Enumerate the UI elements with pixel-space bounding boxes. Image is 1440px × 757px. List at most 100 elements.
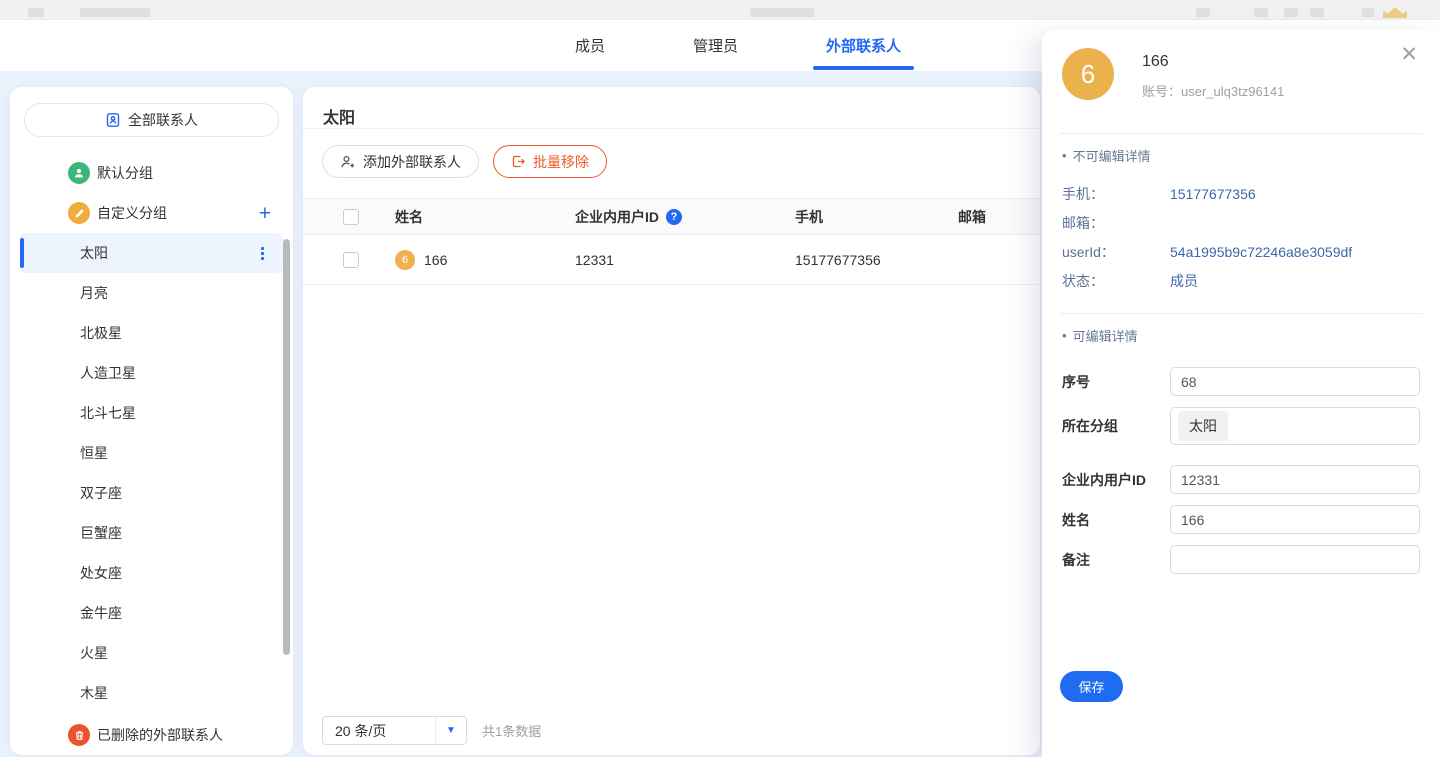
sidebar-item-deleted-contacts[interactable]: 已删除的外部联系人	[10, 715, 293, 755]
readonly-fields: 手机：15177677356 邮箱： userId：54a1995b9c72246a…	[1062, 179, 1440, 295]
form-input[interactable]	[1170, 367, 1420, 396]
divider	[303, 128, 1040, 129]
contact-book-icon	[105, 112, 121, 128]
pagination: 20 条/页 ▼ 共1条数据	[322, 716, 541, 745]
sidebar-scrollbar[interactable]	[283, 239, 290, 655]
avatar: 6	[1062, 48, 1114, 100]
crown-icon	[1383, 7, 1407, 18]
form-input[interactable]	[1170, 505, 1420, 534]
account-label: 账号：user_ulq3tz96141	[1142, 81, 1284, 100]
batch-remove-button[interactable]: 批量移除	[493, 145, 607, 178]
sidebar-group-item[interactable]: 人造卫星	[10, 353, 293, 393]
toolbar: 添加外部联系人 批量移除	[322, 145, 1040, 178]
group-label: 火星	[80, 643, 108, 663]
sidebar-group-item[interactable]: 恒星	[10, 433, 293, 473]
close-icon[interactable]: ✕	[1400, 44, 1418, 65]
group-label: 双子座	[80, 483, 122, 503]
form-row: 企业内用户ID	[1062, 465, 1420, 494]
readonly-field-row: 手机：15177677356	[1062, 179, 1440, 208]
page-size-select[interactable]: 20 条/页 ▼	[322, 716, 467, 745]
readonly-field-row: 邮箱：	[1062, 208, 1440, 237]
window-chrome-strip	[0, 0, 1440, 20]
contact-detail-drawer: ✕ 6 166 账号：user_ulq3tz96141 • 不可编辑详情 手机：…	[1042, 30, 1440, 757]
field-label: userId：	[1062, 242, 1170, 262]
form-label: 企业内用户ID	[1062, 470, 1170, 490]
form-input[interactable]	[1170, 465, 1420, 494]
sidebar-item-custom-group[interactable]: 自定义分组 +	[10, 193, 293, 233]
sidebar-group-item[interactable]: 双子座	[10, 473, 293, 513]
field-label: 邮箱：	[1062, 213, 1170, 233]
column-header-phone: 手机	[795, 209, 823, 225]
sidebar-group-item[interactable]: 月亮	[10, 273, 293, 313]
group-list: 太阳月亮北极星人造卫星北斗七星恒星双子座巨蟹座处女座金牛座火星木星	[10, 233, 293, 713]
save-button[interactable]: 保存	[1060, 671, 1123, 702]
form-input[interactable]	[1170, 545, 1420, 574]
cell-name: 166	[424, 252, 447, 268]
button-label: 添加外部联系人	[363, 152, 461, 172]
group-label: 月亮	[80, 283, 108, 303]
tab-external-contacts[interactable]: 外部联系人	[813, 20, 914, 71]
tab-label: 管理员	[693, 35, 738, 56]
sidebar-group-item[interactable]: 金牛座	[10, 593, 293, 633]
sidebar-group-item[interactable]: 巨蟹座	[10, 513, 293, 553]
readonly-section-title: • 不可编辑详情	[1062, 146, 1440, 165]
group-select-box[interactable]: 太阳	[1170, 407, 1420, 445]
help-icon[interactable]: ?	[666, 209, 682, 225]
chrome-icon	[28, 8, 44, 17]
group-tag[interactable]: 太阳	[1178, 411, 1228, 441]
table-row[interactable]: 6 166 12331 15177677356	[303, 235, 1040, 285]
chrome-icon	[1284, 8, 1298, 17]
divider	[1060, 313, 1422, 314]
chrome-icon	[1196, 8, 1210, 17]
pencil-icon	[68, 202, 90, 224]
sidebar-group-item[interactable]: 木星	[10, 673, 293, 713]
group-label: 太阳	[80, 243, 108, 263]
group-label: 人造卫星	[80, 363, 136, 383]
chrome-text	[80, 8, 150, 17]
field-value: 54a1995b9c72246a8e3059df	[1170, 244, 1352, 260]
group-label: 处女座	[80, 563, 122, 583]
bullet-icon: •	[1062, 328, 1067, 343]
person-add-icon	[340, 154, 356, 170]
person-icon	[68, 162, 90, 184]
form-row: 序号	[1062, 367, 1420, 396]
page-title: 太阳	[303, 87, 1040, 128]
tab-label: 外部联系人	[826, 35, 901, 56]
kebab-menu-icon[interactable]	[258, 244, 267, 263]
all-contacts-button[interactable]: 全部联系人	[24, 103, 279, 137]
field-value: 成员	[1170, 271, 1198, 291]
add-external-contact-button[interactable]: 添加外部联系人	[322, 145, 479, 178]
group-label: 巨蟹座	[80, 523, 122, 543]
form-label: 序号	[1062, 372, 1170, 392]
sidebar-group-item[interactable]: 北极星	[10, 313, 293, 353]
page-size-value: 20 条/页	[323, 721, 435, 741]
sidebar-item-label: 已删除的外部联系人	[97, 725, 223, 745]
group-label: 木星	[80, 683, 108, 703]
main-panel: 太阳 添加外部联系人 批量移除 姓	[303, 87, 1040, 755]
field-value: 15177677356	[1170, 186, 1256, 202]
button-label: 批量移除	[533, 152, 589, 172]
divider	[1060, 133, 1422, 134]
form-label: 姓名	[1062, 510, 1170, 530]
sidebar-group-item[interactable]: 太阳	[20, 233, 283, 273]
sidebar-item-default-group[interactable]: 默认分组	[10, 153, 293, 193]
column-header-name: 姓名	[395, 207, 423, 227]
sidebar-group-item[interactable]: 北斗七星	[10, 393, 293, 433]
form-label: 所在分组	[1062, 416, 1170, 436]
group-label: 北斗七星	[80, 403, 136, 423]
chrome-icon	[1362, 8, 1374, 17]
tab-members[interactable]: 成员	[562, 20, 618, 71]
bullet-icon: •	[1062, 148, 1067, 163]
chrome-icon	[1310, 8, 1324, 17]
sidebar-group-item[interactable]: 处女座	[10, 553, 293, 593]
add-group-button[interactable]: +	[259, 203, 271, 224]
tab-admins[interactable]: 管理员	[680, 20, 751, 71]
row-checkbox[interactable]	[343, 252, 359, 268]
group-label: 金牛座	[80, 603, 122, 623]
chrome-text	[750, 8, 814, 17]
sidebar-group-item[interactable]: 火星	[10, 633, 293, 673]
select-all-checkbox[interactable]	[343, 209, 359, 225]
column-header-company-id: 企业内用户ID	[575, 207, 659, 227]
contact-name: 166	[1142, 53, 1284, 71]
contacts-table: 姓名 企业内用户ID ? 手机 邮箱 6 166 12331 151776773…	[303, 198, 1040, 285]
